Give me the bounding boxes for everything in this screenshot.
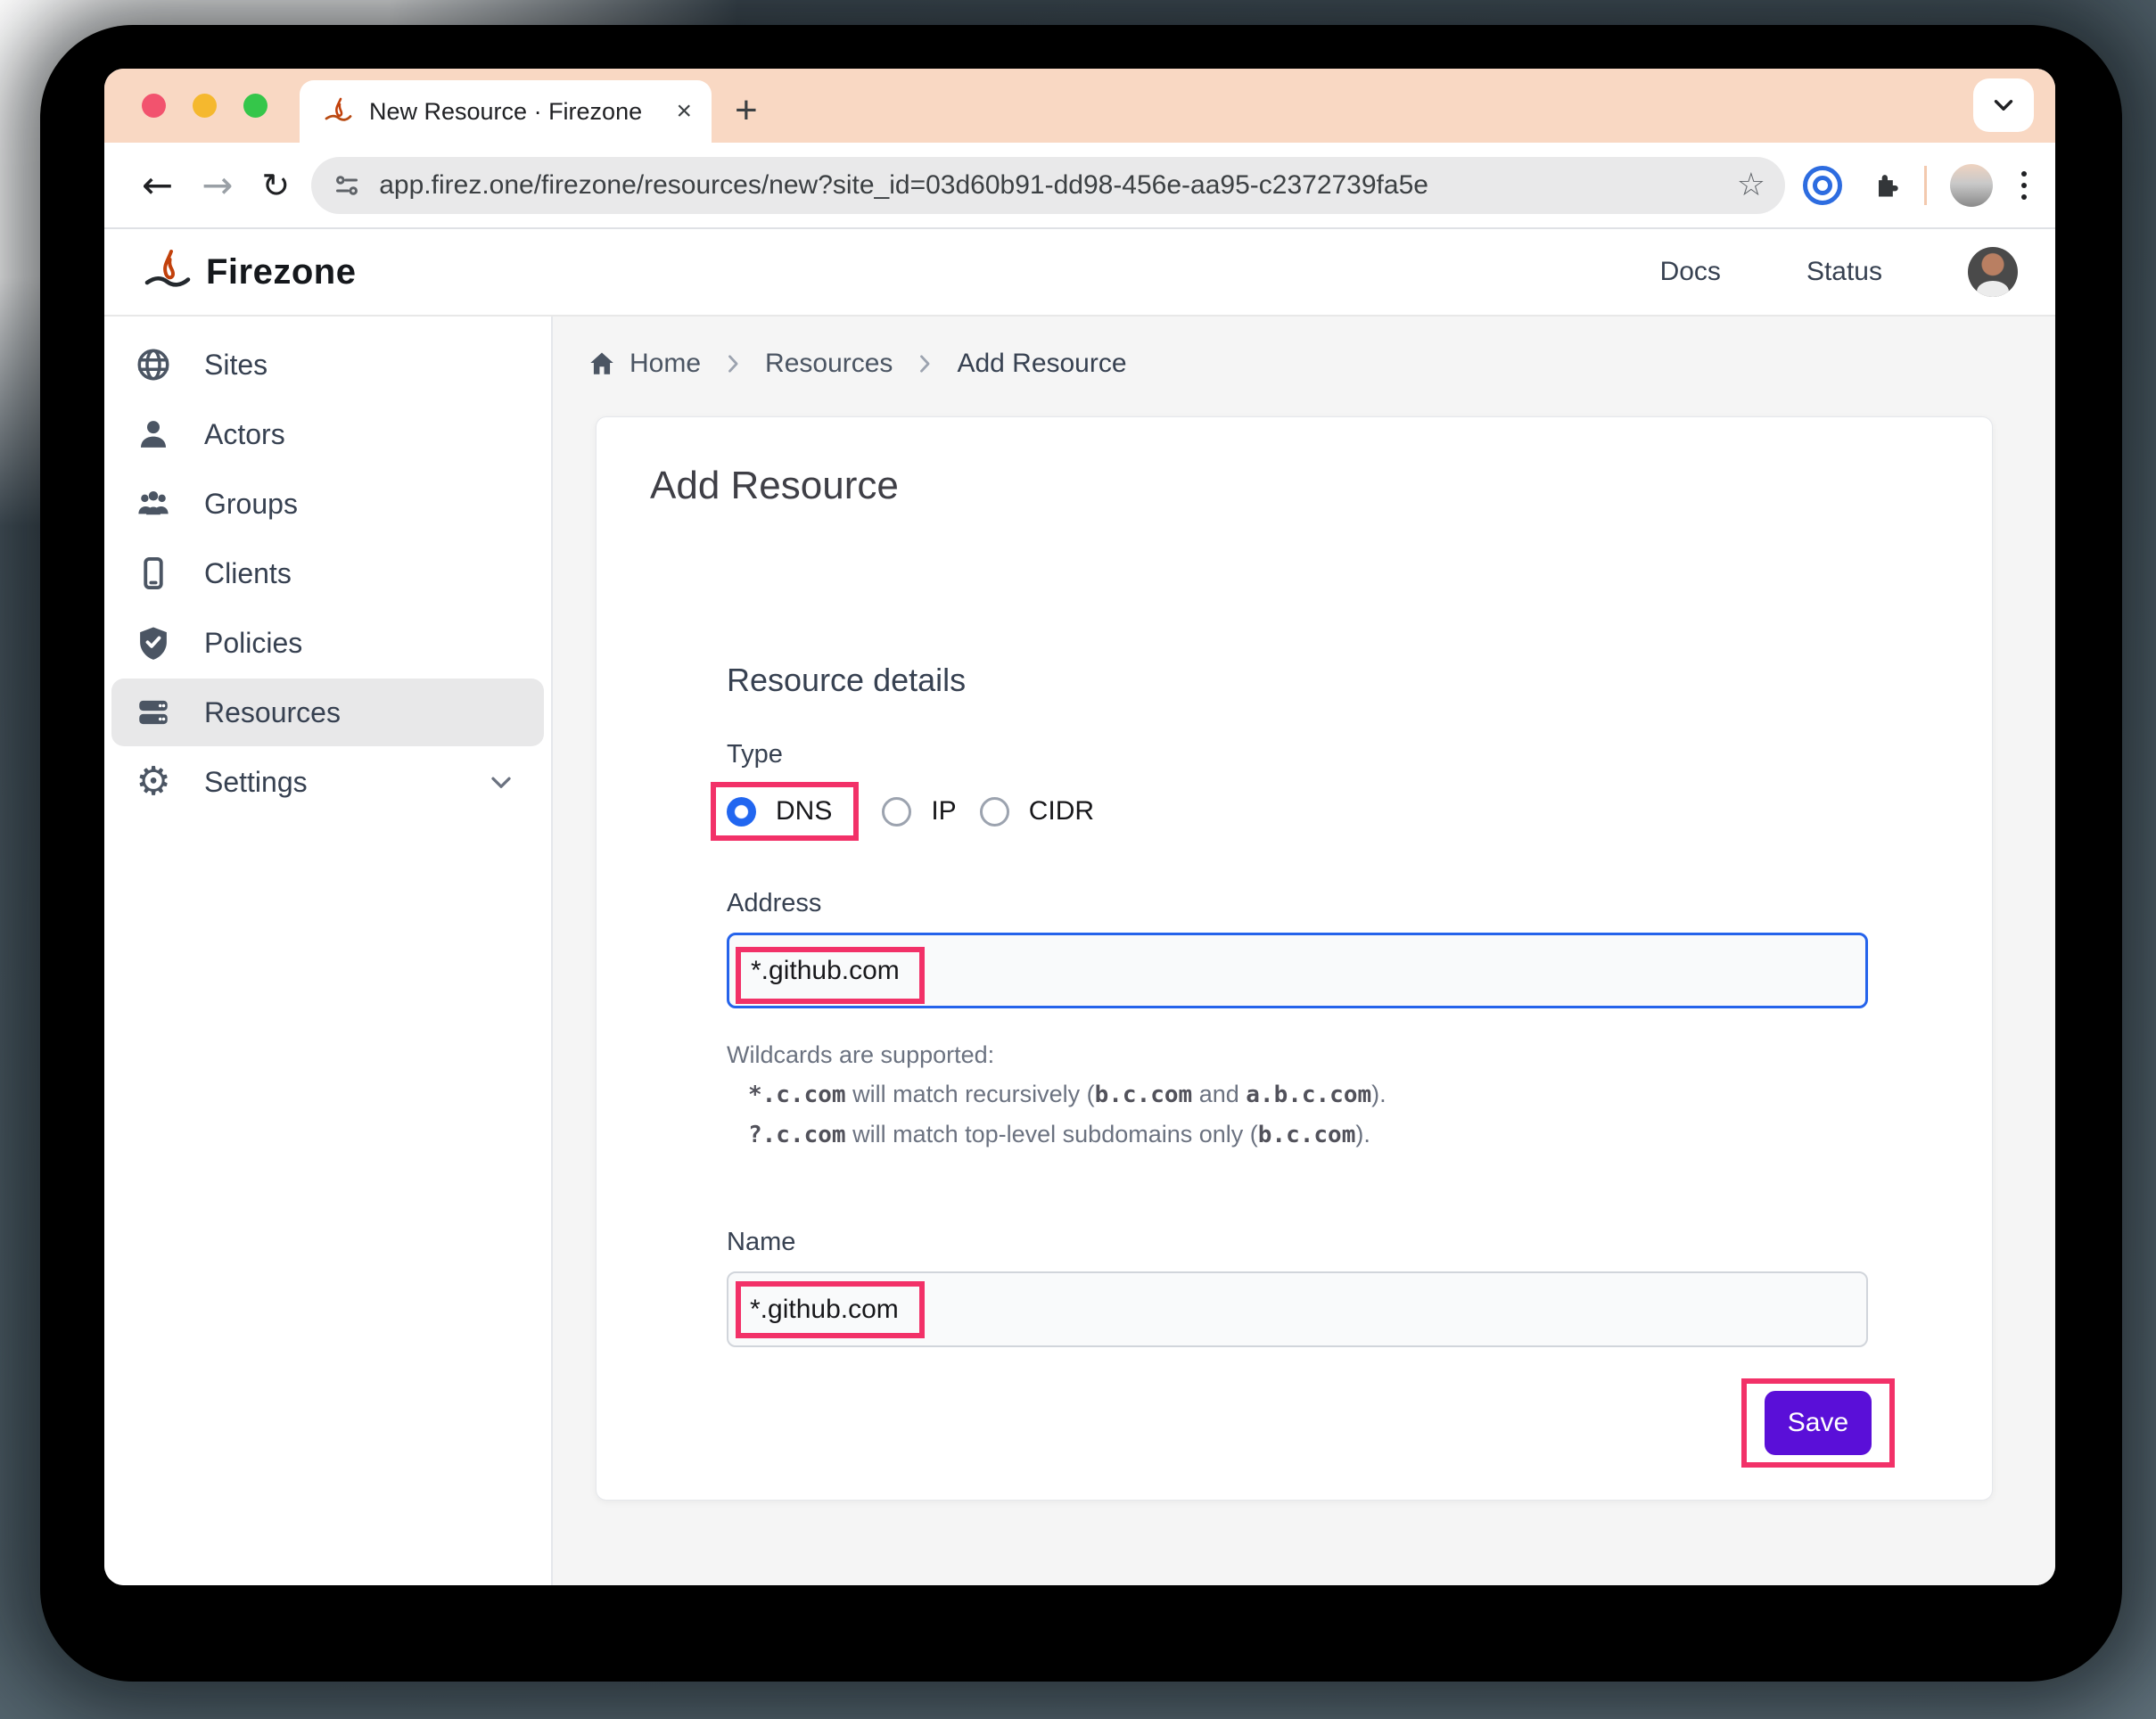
sidebar-item-actors[interactable]: Actors [111, 400, 544, 468]
type-label: Type [727, 740, 1868, 769]
extensions-icon[interactable] [1865, 168, 1901, 203]
onepassword-icon[interactable] [1803, 166, 1842, 205]
chevron-down-icon [1988, 90, 2019, 120]
sidebar-item-label: Clients [204, 557, 292, 590]
address-input[interactable] [727, 933, 1868, 1008]
sidebar-item-policies[interactable]: Policies [111, 609, 544, 677]
sidebar-item-label: Groups [204, 488, 298, 521]
bookmark-star-icon[interactable]: ☆ [1737, 169, 1765, 202]
breadcrumb-chevron-icon [912, 351, 937, 376]
sidebar-item-groups[interactable]: Groups [111, 470, 544, 538]
wildcard-help-text: Wildcards are supported: *.c.com will ma… [727, 1035, 1868, 1155]
add-resource-card: Add Resource Resource details Type DNS [596, 416, 1993, 1501]
radio-ip-option: IP [882, 796, 956, 827]
tab-close-icon[interactable]: × [676, 98, 692, 125]
browser-profile-avatar[interactable] [1950, 164, 1993, 207]
user-icon [135, 415, 172, 453]
docs-link[interactable]: Docs [1660, 257, 1721, 287]
browser-toolbar: ← → ↻ app.firez.one/firezone/resources/n… [104, 143, 2055, 229]
breadcrumb-resources[interactable]: Resources [765, 349, 893, 379]
zoom-window-button[interactable] [243, 94, 267, 118]
tab-search-button[interactable] [1973, 78, 2034, 132]
toolbar-extensions-area [1803, 164, 2032, 207]
name-label: Name [727, 1228, 1868, 1257]
server-icon [135, 694, 172, 731]
page-title: Add Resource [650, 464, 1992, 508]
new-tab-icon[interactable]: + [735, 91, 758, 130]
close-window-button[interactable] [142, 94, 166, 118]
radio-dns-label[interactable]: DNS [776, 796, 832, 827]
radio-cidr[interactable] [980, 797, 1009, 827]
sidebar-item-label: Policies [204, 627, 302, 660]
forward-icon: → [187, 167, 247, 204]
dns-annotation-box: DNS [711, 782, 859, 841]
breadcrumb-chevron-icon [720, 351, 745, 376]
radio-ip[interactable] [882, 797, 911, 827]
brand-name: Firezone [206, 252, 356, 292]
chevron-down-icon [485, 766, 517, 798]
breadcrumb: Home Resources Add Resource [587, 341, 2055, 386]
address-label: Address [727, 889, 1868, 918]
sidebar-item-label: Settings [204, 766, 308, 799]
url-bar[interactable]: app.firez.one/firezone/resources/new?sit… [311, 157, 1785, 214]
sidebar-item-sites[interactable]: Sites [111, 331, 544, 399]
sidebar-item-clients[interactable]: Clients [111, 539, 544, 607]
main-content: Home Resources Add Resource Add Resource… [553, 317, 2055, 1585]
firezone-logo-icon [142, 246, 193, 298]
browser-menu-kebab-icon[interactable] [2016, 171, 2032, 200]
user-avatar[interactable] [1968, 247, 2018, 297]
minimize-window-button[interactable] [193, 94, 217, 118]
status-link[interactable]: Status [1806, 257, 1882, 287]
name-input[interactable] [727, 1271, 1868, 1347]
back-icon[interactable]: ← [128, 167, 187, 204]
shield-check-icon [135, 624, 172, 662]
section-title: Resource details [727, 662, 1868, 699]
sidebar-item-label: Actors [204, 418, 285, 451]
sidebar: Sites Actors Groups Clien [104, 317, 553, 1585]
sidebar-item-label: Sites [204, 349, 267, 382]
type-radio-group: DNS IP CIDR [727, 782, 1868, 841]
firezone-favicon-icon [323, 96, 353, 127]
sidebar-item-resources[interactable]: Resources [111, 679, 544, 746]
traffic-lights [142, 94, 267, 118]
home-icon [587, 349, 617, 379]
browser-window: New Resource · Firezone × + ← → ↻ app.fi… [104, 69, 2055, 1585]
radio-cidr-label[interactable]: CIDR [1029, 796, 1094, 827]
radio-cidr-option: CIDR [980, 796, 1094, 827]
browser-tab[interactable]: New Resource · Firezone × [300, 80, 712, 143]
app-header: Firezone Docs Status [104, 229, 2055, 317]
tab-title: New Resource · Firezone [369, 98, 660, 126]
firezone-brand[interactable]: Firezone [142, 246, 356, 298]
breadcrumb-add-resource: Add Resource [957, 349, 1126, 379]
radio-ip-label[interactable]: IP [931, 796, 956, 827]
breadcrumb-home[interactable]: Home [587, 349, 701, 379]
save-button[interactable]: Save [1765, 1391, 1872, 1455]
toolbar-separator [1924, 166, 1927, 205]
sidebar-item-label: Resources [204, 696, 341, 729]
site-info-icon[interactable] [331, 169, 363, 202]
globe-icon [135, 346, 172, 383]
mobile-icon [135, 555, 172, 592]
resource-form: Resource details Type DNS IP [727, 662, 1868, 1468]
users-icon [135, 485, 172, 522]
sidebar-item-settings[interactable]: ⚙ Settings [111, 748, 544, 816]
radio-dns[interactable] [727, 797, 756, 827]
gear-icon: ⚙ [135, 762, 172, 802]
tab-strip: New Resource · Firezone × + [104, 69, 2055, 143]
refresh-icon[interactable]: ↻ [247, 169, 304, 202]
url-text[interactable]: app.firez.one/firezone/resources/new?sit… [379, 170, 1720, 201]
save-annotation-box: Save [1741, 1378, 1895, 1468]
